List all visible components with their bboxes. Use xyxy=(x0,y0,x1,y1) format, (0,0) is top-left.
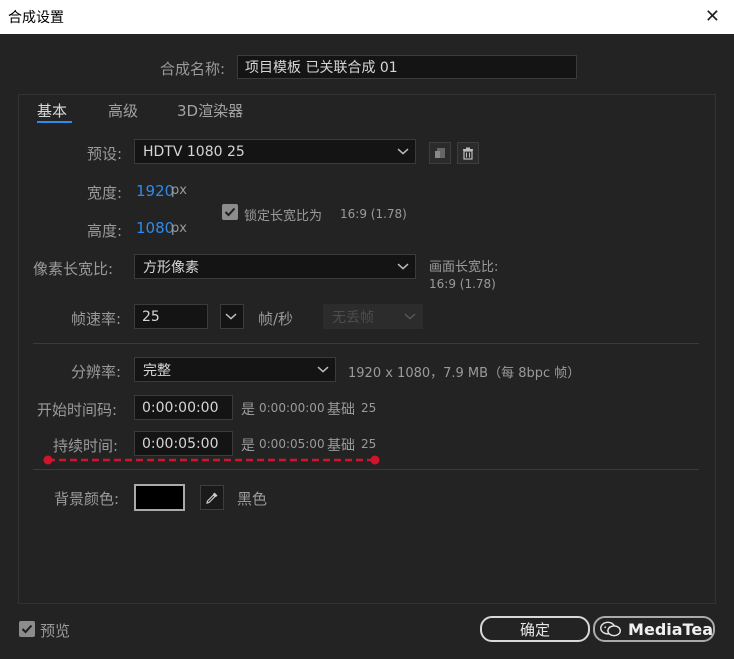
lock-aspect-ratio: 16:9 (1.78) xyxy=(340,207,407,221)
start-base-label: 基础 xyxy=(327,402,355,418)
annotation-underline xyxy=(43,455,380,465)
watermark-text: MediaTea xyxy=(628,619,713,639)
preset-label: 预设: xyxy=(87,145,123,163)
check-icon xyxy=(21,624,33,634)
preset-select[interactable]: HDTV 1080 25 xyxy=(134,139,416,164)
resolution-info: 1920 x 1080，7.9 MB（每 8bpc 帧） xyxy=(348,366,581,381)
start-timecode-input[interactable]: 0:00:00:00 xyxy=(134,395,233,420)
frame-aspect-value: 16:9 (1.78) xyxy=(429,277,496,291)
tab-basic-underline xyxy=(37,121,72,123)
frame-rate-input[interactable]: 25 xyxy=(134,304,208,329)
start-timecode-value: 0:00:00:00 xyxy=(142,399,219,416)
width-label: 宽度: xyxy=(87,184,123,202)
duration-base-label: 基础 xyxy=(327,438,355,454)
height-label: 高度: xyxy=(87,222,123,240)
frame-aspect-label: 画面长宽比: xyxy=(429,260,499,275)
width-value[interactable]: 1920 xyxy=(136,182,174,200)
comp-name-label: 合成名称: xyxy=(160,60,226,78)
start-is-value: 0:00:00:00 xyxy=(259,401,325,415)
height-unit: px xyxy=(171,221,187,236)
watermark-badge: MediaTea xyxy=(593,616,715,642)
wechat-icon xyxy=(600,621,621,637)
lock-aspect-checkbox[interactable] xyxy=(222,204,238,220)
chevron-down-icon xyxy=(397,263,409,270)
settings-panel xyxy=(18,94,716,604)
eyedropper-icon[interactable] xyxy=(200,485,224,510)
background-color-label: 背景颜色: xyxy=(54,490,120,508)
close-icon[interactable]: ✕ xyxy=(705,6,720,27)
title-bar: 合成设置 ✕ xyxy=(0,0,734,34)
resolution-label: 分辨率: xyxy=(71,363,122,381)
width-unit: px xyxy=(171,183,187,198)
start-base-value: 25 xyxy=(361,401,377,415)
ok-button-label: 确定 xyxy=(519,620,550,639)
pixel-aspect-select[interactable]: 方形像素 xyxy=(134,254,416,279)
frame-rate-unit: 帧/秒 xyxy=(258,310,294,328)
save-preset-icon[interactable] xyxy=(429,142,451,164)
preview-label: 预览 xyxy=(40,622,71,640)
tab-advanced[interactable]: 高级 xyxy=(108,100,138,121)
ok-button[interactable]: 确定 xyxy=(480,616,590,642)
preset-value: HDTV 1080 25 xyxy=(143,143,245,160)
duration-is-value: 0:00:05:00 xyxy=(259,437,325,451)
pixel-aspect-label: 像素长宽比: xyxy=(33,260,114,278)
divider xyxy=(33,469,699,470)
trash-icon[interactable] xyxy=(457,142,479,164)
preview-checkbox[interactable] xyxy=(19,621,35,637)
duration-value: 0:00:05:00 xyxy=(142,435,219,452)
resolution-value: 完整 xyxy=(143,362,171,379)
start-timecode-label: 开始时间码: xyxy=(37,401,118,419)
duration-base-value: 25 xyxy=(361,437,377,451)
pixel-aspect-value: 方形像素 xyxy=(143,259,199,276)
lock-aspect-label: 锁定长宽比为 xyxy=(244,209,323,224)
frame-rate-value: 25 xyxy=(142,308,160,325)
start-is-label: 是 xyxy=(241,402,255,418)
tab-3d-renderer[interactable]: 3D渲染器 xyxy=(177,100,243,121)
background-color-name: 黑色 xyxy=(237,490,268,508)
height-value[interactable]: 1080 xyxy=(136,219,174,237)
chevron-down-icon xyxy=(397,148,409,155)
drop-frame-select: 无丢帧 xyxy=(323,304,423,329)
chevron-down-icon xyxy=(317,366,329,373)
chevron-down-icon xyxy=(225,313,237,320)
tab-basic[interactable]: 基本 xyxy=(37,100,67,121)
frame-rate-label: 帧速率: xyxy=(71,310,122,328)
drop-frame-value: 无丢帧 xyxy=(332,309,374,326)
comp-name-value: 项目模板 已关联合成 01 xyxy=(245,60,398,76)
divider xyxy=(33,343,699,344)
window-title: 合成设置 xyxy=(8,10,64,26)
chevron-down-icon xyxy=(404,313,416,320)
comp-name-input[interactable]: 项目模板 已关联合成 01 xyxy=(237,55,577,79)
frame-rate-dropdown[interactable] xyxy=(220,304,244,329)
background-color-swatch[interactable] xyxy=(134,484,185,511)
duration-is-label: 是 xyxy=(241,438,255,454)
check-icon xyxy=(224,207,236,217)
resolution-select[interactable]: 完整 xyxy=(134,357,336,382)
